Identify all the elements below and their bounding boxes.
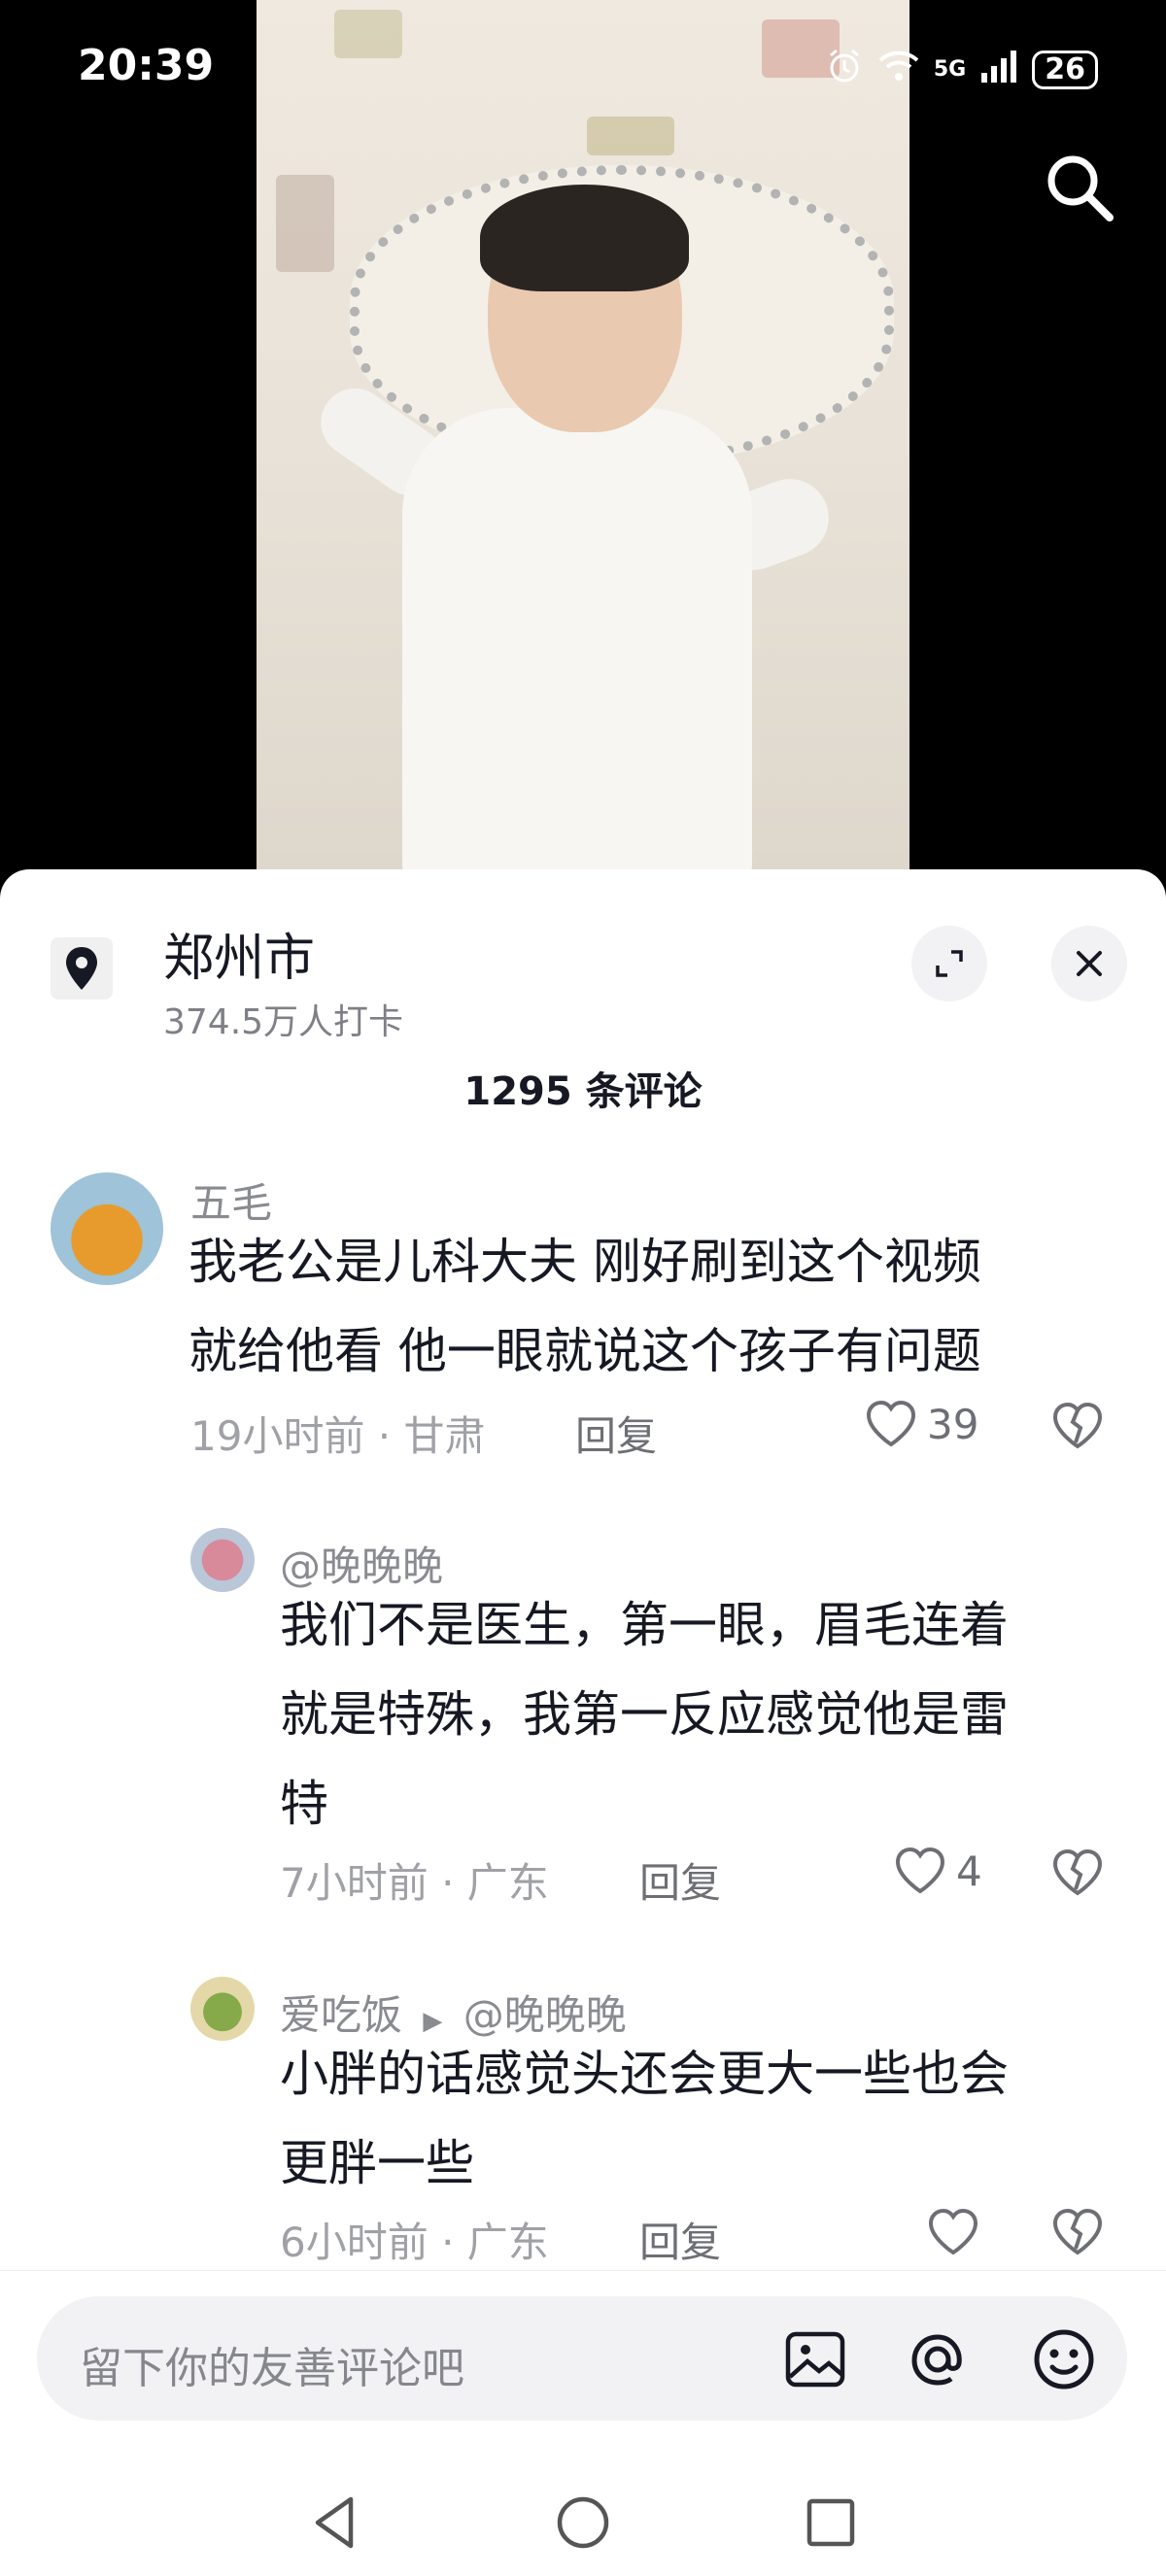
comments-sheet: 郑州市 374.5万人打卡 1295 条评论 五毛 我老公是儿科大夫 刚好刷到这… [0, 869, 1166, 2576]
comment-input-bar: 留下你的友善评论吧 [0, 2270, 1166, 2576]
like-count: 39 [927, 1400, 979, 1448]
comment-line: 更胖一些 [280, 2135, 474, 2191]
comment-line: 就给他看 他一眼就说这个孩子有问题 [189, 1323, 981, 1379]
status-time: 20:39 [78, 41, 215, 90]
broken-heart-icon [1052, 1848, 1103, 1896]
like-button[interactable]: 39 [865, 1400, 978, 1448]
comment-count: 1295 条评论 [463, 1069, 703, 1114]
location-checkins: 374.5万人打卡 [163, 1002, 404, 1042]
comment-line: 特 [280, 1776, 328, 1832]
close-button[interactable] [1051, 926, 1127, 1001]
heart-icon [928, 2208, 978, 2255]
wifi-icon [877, 49, 920, 90]
back-triangle-icon [315, 2496, 354, 2549]
baby-hair [480, 185, 689, 291]
comment-line: 就是特殊，我第一反应感觉他是雷 [280, 1686, 1009, 1743]
avatar[interactable] [51, 1172, 163, 1285]
comment-meta: 19小时前 · 甘肃 [190, 1412, 486, 1460]
avatar[interactable] [190, 1977, 255, 2041]
battery-indicator: 26 [1032, 50, 1098, 89]
baby-body [402, 408, 752, 874]
search-button[interactable] [1040, 148, 1117, 225]
broken-heart-icon [1052, 2208, 1103, 2255]
signal-icon [979, 50, 1018, 89]
expand-button[interactable] [911, 926, 987, 1001]
close-icon [1077, 951, 1102, 976]
recents-square-icon [806, 2498, 855, 2547]
reply-button[interactable]: 回复 [639, 2210, 721, 2269]
reply-button[interactable]: 回复 [639, 1850, 721, 1910]
image-icon [785, 2331, 845, 2388]
emoji-icon [1034, 2329, 1094, 2390]
avatar[interactable] [190, 1528, 255, 1592]
comment-text: 我老公是儿科大夫 刚好刷到这个视频 就给他看 他一眼就说这个孩子有问题 [189, 1217, 1121, 1396]
nav-home-button[interactable] [549, 2489, 617, 2557]
location-pin-icon [51, 937, 113, 1000]
reply-button[interactable]: 回复 [575, 1404, 657, 1463]
broken-heart-icon [1052, 1402, 1103, 1449]
heart-icon [895, 1847, 945, 1894]
network-type: 5G [933, 57, 967, 82]
comment-meta: 7小时前 · 广东 [280, 1859, 549, 1907]
dislike-button[interactable] [1051, 2208, 1104, 2260]
comment-input[interactable]: 留下你的友善评论吧 [37, 2296, 1127, 2421]
comment-line: 小胖的话感觉头还会更大一些也会 [280, 2046, 1009, 2102]
comment-meta: 6小时前 · 广东 [280, 2219, 549, 2266]
dislike-button[interactable] [1051, 1402, 1104, 1454]
comment-input-placeholder: 留下你的友善评论吧 [80, 2344, 464, 2393]
comment-line: 我们不是医生，第一眼，眉毛连着 [280, 1597, 1009, 1653]
heart-icon [866, 1400, 916, 1447]
like-button[interactable]: 4 [894, 1847, 982, 1895]
home-circle-icon [557, 2496, 609, 2549]
mention-button[interactable] [904, 2325, 972, 2393]
location-name: 郑州市 [163, 930, 316, 988]
like-button[interactable] [927, 2208, 979, 2256]
alarm-icon [825, 47, 864, 92]
comment-text: 小胖的话感觉头还会更大一些也会 更胖一些 [280, 2029, 1135, 2208]
toy-decoration [276, 175, 334, 272]
nav-back-button[interactable] [301, 2489, 369, 2557]
like-count: 4 [956, 1847, 982, 1895]
search-icon [1047, 155, 1114, 221]
at-icon [911, 2334, 962, 2386]
system-nav-bar [0, 2475, 1166, 2572]
comment-text: 我们不是医生，第一眼，眉毛连着 就是特殊，我第一反应感觉他是雷 特 [280, 1580, 1135, 1848]
dislike-button[interactable] [1051, 1848, 1104, 1901]
expand-icon [936, 950, 963, 977]
location-header[interactable]: 郑州市 374.5万人打卡 [51, 928, 403, 1044]
image-button[interactable] [781, 2325, 849, 2393]
status-bar: 20:39 5G 26 [0, 0, 1166, 146]
emoji-button[interactable] [1030, 2325, 1098, 2393]
status-icons: 5G 26 [825, 47, 1098, 92]
comment-line: 我老公是儿科大夫 刚好刷到这个视频 [189, 1234, 981, 1290]
nav-recents-button[interactable] [797, 2489, 865, 2557]
